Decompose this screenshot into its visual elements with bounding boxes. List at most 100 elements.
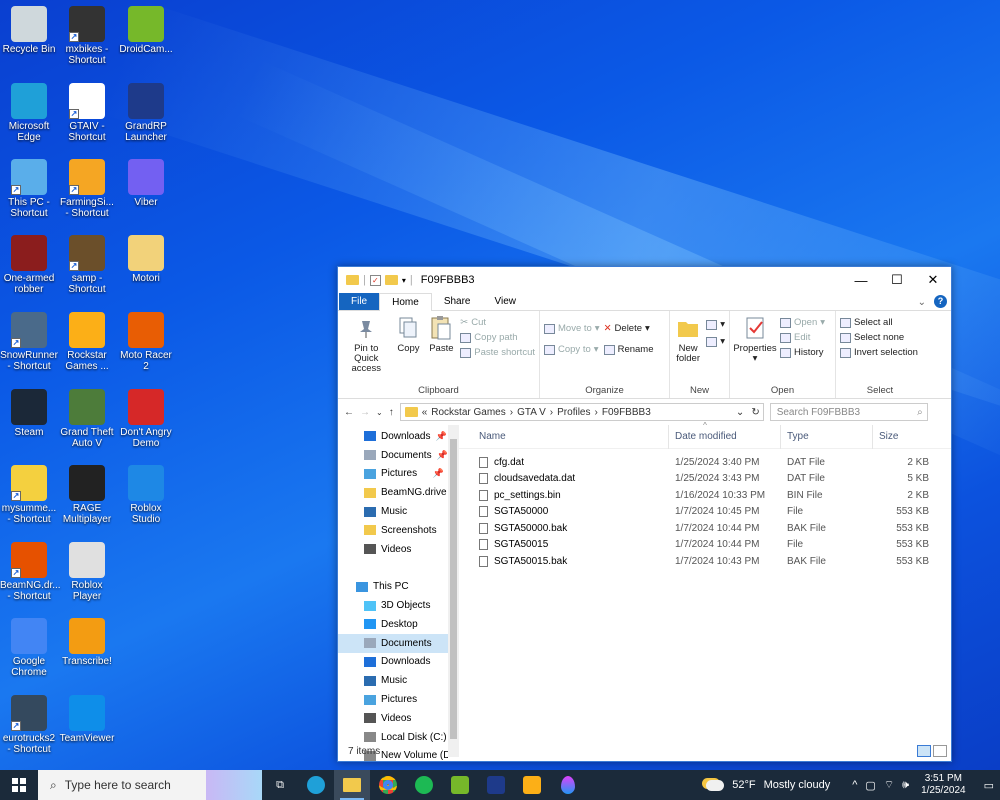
file-row[interactable]: SGTA50000 1/7/2024 10:45 PM File 553 KB [459, 504, 951, 521]
start-button[interactable] [12, 778, 26, 795]
desktop-icon[interactable]: ↗ GTAIV - Shortcut [58, 83, 116, 143]
breadcrumb-current[interactable]: F09FBBB3 [602, 407, 651, 418]
file-row[interactable]: SGTA50015.bak 1/7/2024 10:43 PM BAK File 55… [459, 553, 951, 570]
column-name[interactable]: Name [459, 424, 669, 449]
nav-item[interactable]: Pictures 📌 [338, 465, 448, 484]
taskbar-search-input[interactable]: ⌕ Type here to search [38, 770, 262, 800]
weather-temp[interactable]: 52°F [732, 779, 755, 791]
address-dropdown-icon[interactable]: ⌄ [736, 407, 747, 418]
help-icon[interactable]: ? [930, 295, 951, 310]
nav-item[interactable]: Documents 📌 [338, 446, 448, 465]
taskbar-file-explorer-icon[interactable] [334, 770, 370, 800]
breadcrumb-overflow[interactable]: « [422, 407, 428, 418]
pin-quick-access-button[interactable]: Pin to Quick access [342, 315, 390, 384]
column-size[interactable]: Size [873, 425, 933, 449]
nav-item[interactable]: Screenshots [338, 521, 448, 540]
desktop-icon[interactable]: Motori [117, 235, 175, 284]
desktop-icon[interactable]: ↗ BeamNG.dr... - Shortcut [0, 542, 61, 602]
details-view-icon[interactable] [917, 745, 931, 757]
easy-access-button[interactable]: ▾ [706, 336, 725, 347]
taskbar-rockstar-icon[interactable] [514, 770, 550, 800]
search-input[interactable]: Search F09FBBB3 ⌕ [769, 403, 928, 421]
breadcrumb-rockstar-games[interactable]: Rockstar Games [431, 407, 505, 418]
desktop-icon[interactable]: ↗ samp - Shortcut [58, 235, 116, 295]
select-none-button[interactable]: Select none [840, 332, 918, 343]
meet-now-icon[interactable]: ▢ [865, 779, 875, 792]
desktop-icon[interactable]: One-armed robber [0, 235, 58, 295]
volume-icon[interactable]: 🕪 [902, 779, 909, 792]
desktop-icon[interactable]: Rockstar Games ... [58, 312, 116, 372]
network-icon[interactable]: ⌔ [884, 778, 894, 792]
file-row[interactable]: SGTA50015 1/7/2024 10:44 PM File 553 KB [459, 537, 951, 554]
properties-icon[interactable]: ✓ [369, 274, 381, 286]
copy-path-button[interactable]: Copy path [460, 332, 535, 343]
desktop-icon[interactable]: Roblox Player [58, 542, 116, 602]
desktop-icon[interactable]: RAGE Multiplayer [58, 465, 116, 525]
file-row[interactable]: pc_settings.bin 1/16/2024 10:33 PM BIN Fil… [459, 487, 951, 504]
history-button[interactable]: History [780, 347, 825, 358]
nav-scrollbar-thumb[interactable] [450, 439, 457, 739]
column-type[interactable]: Type [781, 424, 873, 449]
customize-toolbar-icon[interactable]: ▾ [402, 276, 406, 285]
nav-item[interactable]: Downloads 📌 [338, 427, 448, 446]
tab-share[interactable]: Share [432, 293, 483, 310]
nav-scrollbar[interactable] [448, 425, 459, 757]
cut-button[interactable]: ✂ Cut [460, 317, 535, 328]
properties-button[interactable]: Properties ▾ [733, 315, 777, 384]
nav-item[interactable]: Music [338, 502, 448, 521]
desktop-icon[interactable]: Viber [117, 159, 175, 208]
minimize-ribbon-icon[interactable]: ⌄ [914, 295, 930, 310]
desktop-icon[interactable]: Roblox Studio [117, 465, 175, 525]
desktop-icon[interactable]: TeamViewer [58, 695, 116, 744]
nav-item[interactable]: Desktop [338, 615, 448, 634]
address-bar[interactable]: « Rockstar Games › GTA V › Profiles › F09FB… [399, 403, 764, 421]
refresh-icon[interactable]: ↻ [751, 407, 762, 418]
taskbar-paint-icon[interactable] [550, 770, 586, 800]
nav-item[interactable]: Documents [338, 633, 448, 653]
move-to-button[interactable]: Move to ▾ [544, 323, 600, 334]
new-folder-icon[interactable] [384, 275, 398, 285]
edit-button[interactable]: Edit [780, 332, 825, 343]
select-all-button[interactable]: Select all [840, 317, 918, 328]
desktop-icon[interactable]: DroidCam... [117, 6, 175, 55]
file-row[interactable]: SGTA50000.bak 1/7/2024 10:44 PM BAK File 55… [459, 520, 951, 537]
up-arrow-icon[interactable]: ↑ [389, 407, 394, 418]
tab-home[interactable]: Home [379, 293, 432, 311]
tab-file[interactable]: File [339, 293, 380, 310]
nav-item[interactable]: Videos [338, 709, 448, 728]
delete-button[interactable]: ✕ Delete ▾ [604, 323, 654, 334]
desktop-icon[interactable]: ↗ mxbikes - Shortcut [58, 6, 116, 66]
file-row[interactable]: cfg.dat 1/25/2024 3:40 PM DAT File 2 KB [459, 454, 951, 471]
desktop-icon[interactable]: Steam [0, 389, 58, 438]
desktop-icon[interactable]: ↗ mysumme... - Shortcut [0, 465, 58, 525]
copy-button[interactable]: Copy [394, 315, 422, 384]
open-button[interactable]: Open ▾ [780, 317, 825, 328]
nav-item[interactable]: This PC [338, 577, 448, 596]
weather-cloud-icon[interactable] [706, 779, 725, 791]
nav-item[interactable]: Pictures [338, 690, 448, 709]
desktop-icon[interactable]: Moto Racer 2 [117, 312, 175, 372]
weather-desc[interactable]: Mostly cloudy [764, 779, 831, 791]
desktop-icon[interactable]: Grand Theft Auto V [58, 389, 116, 449]
taskbar-chrome-icon[interactable] [370, 770, 406, 800]
nav-item[interactable]: Videos [338, 540, 448, 559]
notifications-icon[interactable]: ▭ [984, 779, 994, 792]
breadcrumb-profiles[interactable]: Profiles [557, 407, 590, 418]
taskbar-spotify-icon[interactable] [406, 770, 442, 800]
copy-to-button[interactable]: Copy to ▾ [544, 344, 600, 355]
file-row[interactable]: cloudsavedata.dat 1/25/2024 3:43 PM DAT Fi… [459, 471, 951, 488]
minimize-button[interactable]: — [843, 267, 879, 293]
rename-button[interactable]: Rename [603, 344, 654, 355]
taskbar-edge-icon[interactable] [298, 770, 334, 800]
nav-item[interactable]: Music [338, 671, 448, 690]
invert-selection-button[interactable]: Invert selection [840, 347, 918, 358]
nav-item[interactable]: BeamNG.drive [338, 483, 448, 502]
clock[interactable]: 3:51 PM 1/25/2024 [921, 773, 966, 797]
task-view-icon[interactable]: ⧉ [262, 770, 298, 800]
taskbar-droidcam-icon[interactable] [442, 770, 478, 800]
desktop-icon[interactable]: ↗ FarmingSi... - Shortcut [58, 159, 116, 219]
desktop-icon[interactable]: ↗ eurotrucks2 - Shortcut [0, 695, 58, 755]
forward-arrow-icon[interactable]: → [360, 407, 370, 418]
desktop-icon[interactable]: GrandRP Launcher [117, 83, 175, 143]
desktop-icon[interactable]: Google Chrome [0, 618, 58, 678]
